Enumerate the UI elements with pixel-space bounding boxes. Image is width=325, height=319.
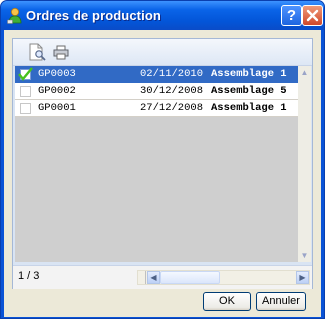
user-app-icon (7, 8, 22, 24)
scroll-right-icon[interactable]: ▶ (296, 271, 309, 284)
page-indicator: 1 / 3 (18, 270, 40, 282)
table-row[interactable]: GP0001 27/12/2008 Assemblage 1 (15, 100, 298, 117)
orders-panel: GP0003 02/11/2010 Assemblage 1 GP0002 30… (12, 38, 313, 289)
order-description: Assemblage 5 (211, 85, 287, 97)
print-icon[interactable] (51, 42, 71, 62)
orders-table: GP0003 02/11/2010 Assemblage 1 GP0002 30… (15, 66, 311, 262)
table-row[interactable]: GP0003 02/11/2010 Assemblage 1 (15, 66, 298, 83)
vertical-scrollbar[interactable]: ▲ ▼ (298, 66, 311, 262)
toolbar (13, 39, 312, 66)
search-document-icon[interactable] (27, 42, 47, 62)
close-button[interactable] (302, 5, 323, 26)
help-button[interactable]: ? (281, 5, 302, 26)
order-code: GP0002 (38, 85, 76, 97)
cancel-button[interactable]: Annuler (256, 292, 306, 311)
scroll-left-icon[interactable]: ◀ (147, 271, 160, 284)
table-row[interactable]: GP0002 30/12/2008 Assemblage 5 (15, 83, 298, 100)
scroll-thumb[interactable] (160, 271, 220, 284)
row-checkbox[interactable] (20, 86, 31, 97)
scroll-down-icon[interactable]: ▼ (298, 249, 311, 262)
order-description: Assemblage 1 (211, 68, 287, 80)
order-description: Assemblage 1 (211, 102, 287, 114)
window-title: Ordres de production (26, 8, 161, 23)
horizontal-scrollbar[interactable]: ◀ ▶ (137, 270, 310, 285)
order-date: 02/11/2010 (140, 68, 204, 80)
dialog-window: Ordres de production ? GP0003 02/11/2010… (0, 0, 325, 319)
dialog-body: GP0003 02/11/2010 Assemblage 1 GP0002 30… (4, 30, 321, 317)
row-checkbox[interactable] (20, 103, 31, 114)
scroll-grip[interactable] (138, 271, 146, 284)
order-date: 30/12/2008 (140, 85, 204, 97)
scroll-up-icon[interactable]: ▲ (298, 66, 311, 79)
pager-bar: 1 / 3 ◀ ▶ (13, 265, 312, 289)
close-icon (306, 9, 319, 22)
ok-button[interactable]: OK (203, 292, 251, 311)
checkmark-icon (18, 67, 33, 81)
order-code: GP0003 (38, 68, 76, 80)
title-bar[interactable]: Ordres de production ? (1, 1, 324, 30)
order-date: 27/12/2008 (140, 102, 204, 114)
order-code: GP0001 (38, 102, 76, 114)
